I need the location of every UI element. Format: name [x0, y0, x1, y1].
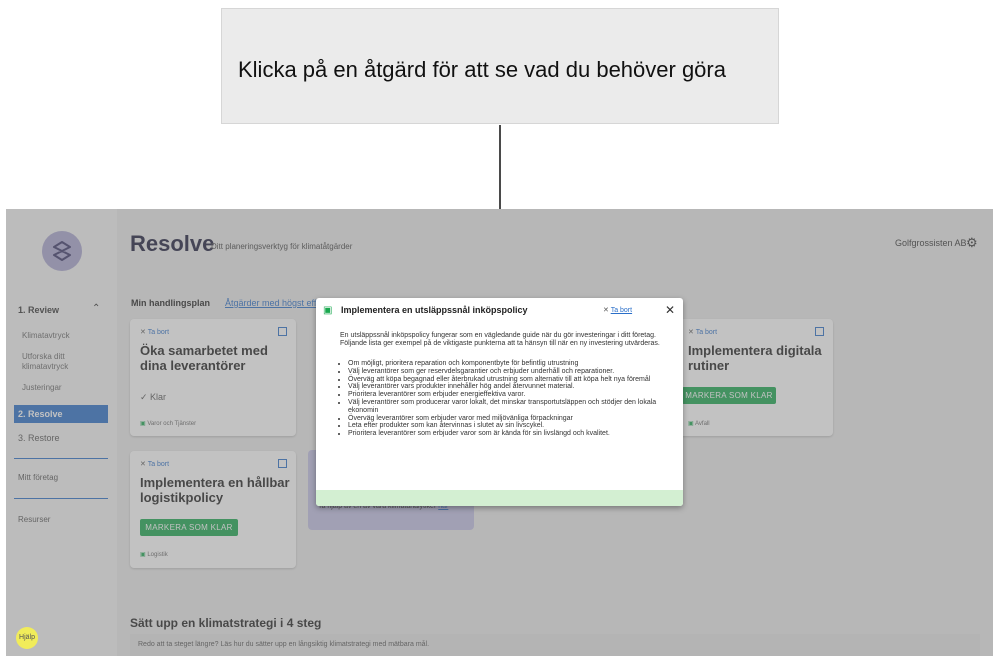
list-item: Välj leverantörer vars produkter innehål… — [348, 383, 678, 391]
modal-intro: En utsläppssnål inköpspolicy fungerar so… — [340, 332, 660, 347]
list-item: Prioritera leverantörer som erbjuder var… — [348, 430, 678, 438]
modal-title: Implementera en utsläppssnål inköpspolic… — [341, 305, 528, 315]
list-item: Leta efter produkter som kan återvinnas … — [348, 422, 678, 430]
close-icon: ✕ — [603, 307, 611, 314]
list-item: Prioritera leverantörer som erbjuder ene… — [348, 391, 678, 399]
box-icon: ▣ — [323, 305, 333, 316]
instruction-callout: Klicka på en åtgärd för att se vad du be… — [221, 8, 779, 124]
callout-text: Klicka på en åtgärd för att se vad du be… — [238, 57, 726, 82]
action-detail-modal: ▣ Implementera en utsläppssnål inköpspol… — [316, 298, 683, 506]
modal-close-icon[interactable]: ✕ — [665, 303, 675, 317]
help-button[interactable]: Hjälp — [16, 627, 38, 649]
modal-list: Om möjligt, prioritera reparation och ko… — [340, 360, 678, 438]
list-item: Välj leverantörer som ger reservdelsgara… — [348, 368, 678, 376]
list-item: Om möjligt, prioritera reparation och ko… — [348, 360, 678, 368]
modal-remove-link[interactable]: ✕ Ta bort — [603, 306, 632, 314]
modal-footer — [316, 490, 683, 506]
list-item: Välj leverantörer som producerar varor l… — [348, 399, 678, 415]
